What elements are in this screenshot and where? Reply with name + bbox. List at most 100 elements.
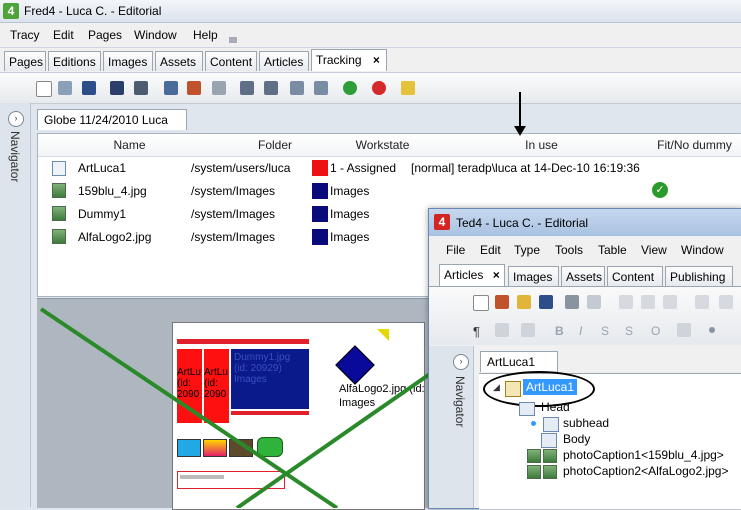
new-document-icon[interactable] <box>36 81 52 97</box>
properties-icon[interactable] <box>58 81 72 95</box>
ted4-outline-icon[interactable]: S <box>625 324 633 338</box>
ted4-navigator-panel[interactable]: › Navigator <box>429 346 474 508</box>
row-folder: /system/Images <box>191 207 276 221</box>
ted4-redo-icon[interactable] <box>719 295 733 309</box>
refresh-icon[interactable] <box>343 81 357 95</box>
navigator-panel[interactable]: › Navigator <box>0 103 31 507</box>
tab-pages[interactable]: Pages <box>4 51 46 71</box>
column-header-workstate[interactable]: Workstate <box>329 134 437 157</box>
tab-editions[interactable]: Editions <box>48 51 101 71</box>
layout-icon[interactable] <box>134 81 148 95</box>
column-header-in-use[interactable]: In use <box>436 134 648 157</box>
ted4-pen-icon[interactable] <box>521 323 535 337</box>
tab-assets[interactable]: Assets <box>155 51 203 71</box>
ted4-undo-icon[interactable] <box>695 295 709 309</box>
tab-tracking[interactable]: Tracking × <box>311 49 387 71</box>
menu-tracy[interactable]: Tracy <box>10 28 40 42</box>
ted4-shadow-icon[interactable]: O <box>651 324 660 338</box>
main-menu-bar: Tracy Edit Pages Window Help <box>0 23 741 48</box>
ted4-strikethrough-icon[interactable]: S <box>601 324 609 338</box>
help-icon[interactable] <box>401 81 415 95</box>
ted4-copy-icon[interactable] <box>641 295 655 309</box>
tree-item-photocaption1[interactable]: photoCaption1<159blu_4.jpg> <box>563 448 724 462</box>
ted4-menu-edit[interactable]: Edit <box>480 243 501 257</box>
ted4-tab-images[interactable]: Images <box>508 266 559 286</box>
tree-item-photocaption2[interactable]: photoCaption2<AlfaLogo2.jpg> <box>563 464 728 478</box>
ted4-spellcheck-icon[interactable] <box>587 295 601 309</box>
ted4-title-bar: 4 Ted4 - Luca C. - Editorial <box>429 209 741 236</box>
ted4-toolbar: ¶ B I S S O <box>429 287 741 345</box>
navigator-expand-icon[interactable]: › <box>8 111 24 127</box>
group-icon[interactable] <box>240 81 254 95</box>
tree-item-head[interactable]: Head <box>541 400 570 414</box>
print-icon[interactable] <box>212 81 226 95</box>
chart-icon[interactable] <box>164 81 178 95</box>
column-header-folder[interactable]: Folder <box>221 134 330 157</box>
ted4-print-icon[interactable] <box>565 295 579 309</box>
ted4-menu-bar: File Edit Type Tools Table View Window <box>429 237 741 261</box>
tab-content[interactable]: Content <box>205 51 257 71</box>
menu-help[interactable]: Help <box>193 28 218 42</box>
component-icon <box>543 417 559 432</box>
tab-close-icon[interactable]: × <box>373 53 380 67</box>
row-folder: /system/Images <box>191 230 276 244</box>
ted4-menu-table[interactable]: Table <box>598 243 627 257</box>
cancel-icon[interactable] <box>372 81 386 95</box>
ted4-tab-close-icon[interactable]: × <box>493 268 500 282</box>
save-icon[interactable] <box>82 81 96 95</box>
preview-icon[interactable] <box>314 81 328 95</box>
ted4-bullet-icon[interactable] <box>709 327 715 333</box>
ted4-tab-publishing[interactable]: Publishing <box>665 266 733 286</box>
image-icon <box>527 449 541 463</box>
zoom-icon[interactable] <box>290 81 304 95</box>
highlight-ellipse <box>483 371 595 407</box>
menu-edit[interactable]: Edit <box>53 28 74 42</box>
tree-item-body[interactable]: Body <box>563 432 590 446</box>
image-icon <box>52 206 66 221</box>
ted4-pencil-icon[interactable] <box>495 323 509 337</box>
ted4-menu-tools[interactable]: Tools <box>555 243 583 257</box>
ungroup-icon[interactable] <box>264 81 278 95</box>
ted4-menu-window[interactable]: Window <box>681 243 724 257</box>
article-structure-tree: ◢ ArtLuca1 Head subhead Body photoCaptio… <box>479 371 741 509</box>
ted4-list-icon[interactable] <box>677 323 691 337</box>
menu-pages[interactable]: Pages <box>88 28 122 42</box>
ted4-bold-icon[interactable]: B <box>555 324 564 338</box>
ted4-tab-content[interactable]: Content <box>607 266 663 286</box>
tab-articles[interactable]: Articles <box>259 51 309 71</box>
menu-overflow-icon[interactable] <box>229 37 237 43</box>
ted4-new-icon[interactable] <box>473 295 489 311</box>
ted4-navigator-expand-icon[interactable]: › <box>453 354 469 370</box>
ted4-save-icon[interactable] <box>539 295 553 309</box>
window-title: Fred4 - Luca C. - Editorial <box>24 4 162 18</box>
document-tab-globe[interactable]: Globe 11/24/2010 Luca × <box>37 109 187 147</box>
ted4-tab-strip: Articles × Images Assets Content Publish… <box>429 262 741 287</box>
bullet-icon <box>531 421 536 426</box>
ted4-window[interactable]: 4 Ted4 - Luca C. - Editorial File Edit T… <box>428 208 741 509</box>
ted4-folder-icon[interactable] <box>517 295 531 309</box>
ted4-menu-file[interactable]: File <box>446 243 465 257</box>
workstate-swatch <box>312 183 328 199</box>
tab-images[interactable]: Images <box>103 51 153 71</box>
ted4-tab-articles[interactable]: Articles × <box>439 264 505 286</box>
ted4-italic-icon[interactable]: I <box>579 324 582 338</box>
grid-view-icon[interactable] <box>110 81 124 95</box>
ted4-window-title: Ted4 - Luca C. - Editorial <box>456 216 589 230</box>
ted4-menu-type[interactable]: Type <box>514 243 540 257</box>
row-folder: /system/Images <box>191 184 276 198</box>
ted4-open-icon[interactable] <box>495 295 509 309</box>
main-tab-strip: Pages Editions Images Assets Content Art… <box>0 48 741 72</box>
ted4-tab-assets[interactable]: Assets <box>561 266 605 286</box>
ted4-paste-icon[interactable] <box>663 295 677 309</box>
menu-window[interactable]: Window <box>134 28 177 42</box>
ted4-document-tab[interactable]: ArtLuca1 × <box>480 351 558 389</box>
edit-icon[interactable] <box>187 81 201 95</box>
column-header-fit[interactable]: Fit/No dummy <box>647 134 741 157</box>
component-icon <box>519 402 535 416</box>
check-icon: ✓ <box>652 182 668 198</box>
ted4-pilcrow-icon[interactable]: ¶ <box>473 324 480 339</box>
tree-item-subhead[interactable]: subhead <box>563 416 609 430</box>
ted4-cut-icon[interactable] <box>619 295 633 309</box>
ted4-menu-view[interactable]: View <box>641 243 667 257</box>
column-header-name[interactable]: Name <box>38 134 222 157</box>
